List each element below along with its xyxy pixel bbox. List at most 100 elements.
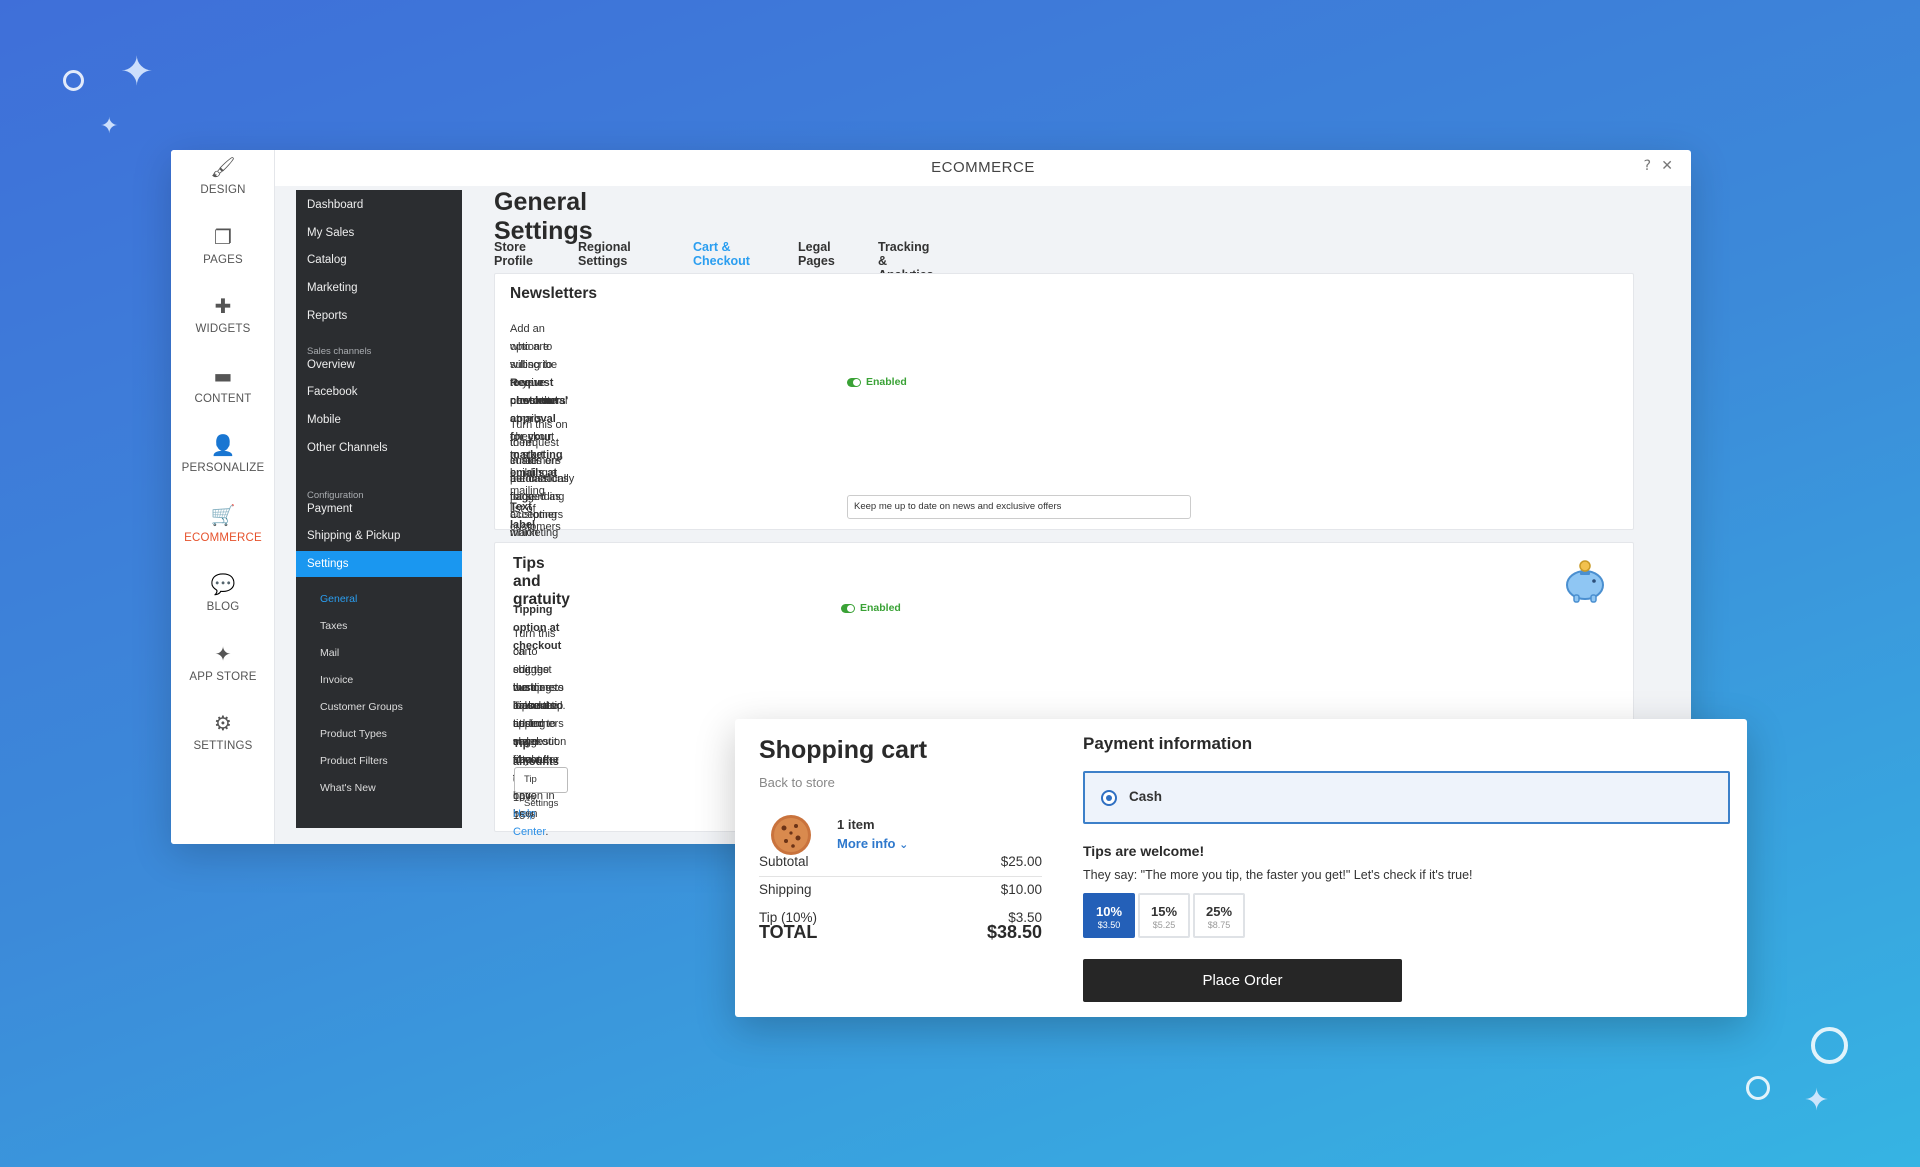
plus-icon: ✚ xyxy=(214,294,232,318)
more-info-label: More info xyxy=(837,836,896,851)
gear-icon: ⚙ xyxy=(214,711,232,735)
rail-item-blog[interactable]: 💬 BLOG xyxy=(171,571,275,635)
sidebar-item-other-channels[interactable]: Other Channels xyxy=(296,435,462,461)
shopping-cart-title: Shopping cart xyxy=(759,736,928,764)
decor-sparkle-icon: ✦ xyxy=(120,49,154,95)
back-to-store-link[interactable]: Back to store xyxy=(759,775,835,790)
rail-item-label: PAGES xyxy=(203,253,243,266)
decor-circle-icon xyxy=(63,70,84,91)
sidebar-subitem-what-s-new[interactable]: What's New xyxy=(320,782,376,794)
chevron-down-icon: ⌄ xyxy=(899,838,909,851)
more-info-link[interactable]: More info ⌄ xyxy=(837,836,908,851)
rail-item-label: ECOMMERCE xyxy=(184,531,262,544)
rail-item-ecommerce[interactable]: 🛒 ECOMMERCE xyxy=(171,502,275,566)
summary-value: $10.00 xyxy=(1000,882,1042,897)
place-order-button[interactable]: Place Order xyxy=(1083,959,1402,1002)
help-icon[interactable]: ? xyxy=(1644,150,1651,186)
checkout-preview: Shopping cart Back to store 1 item More … xyxy=(735,719,1747,1017)
rail-item-label: SETTINGS xyxy=(193,740,253,752)
rail-item-personalize[interactable]: 👤 PERSONALIZE xyxy=(171,432,275,496)
rail-item-content[interactable]: ▬ CONTENT xyxy=(171,363,275,427)
sidebar-item-facebook[interactable]: Facebook xyxy=(296,379,462,405)
tip-settings-button[interactable]: Tip Settings xyxy=(514,767,569,809)
sidebar-item-my-sales[interactable]: My Sales xyxy=(296,220,462,246)
sidebar-item-dashboard[interactable]: Dashboard xyxy=(296,192,462,218)
sidebar-subitem-product-filters[interactable]: Product Filters xyxy=(320,755,388,767)
summary-label: Tip (10%) xyxy=(759,910,818,925)
rail-item-design[interactable]: 🖌 DESIGN xyxy=(171,154,275,218)
toggle-switch-icon xyxy=(841,603,855,613)
divider xyxy=(759,876,1042,877)
sidebar-item-reports[interactable]: Reports xyxy=(296,303,462,329)
payment-method-cash[interactable]: Cash xyxy=(1083,771,1730,824)
rail-item-label: APP STORE xyxy=(189,670,257,683)
tip-percent: 10% xyxy=(1095,904,1123,919)
rail-item-widgets[interactable]: ✚ WIDGETS xyxy=(171,293,275,357)
sidebar-item-catalog[interactable]: Catalog xyxy=(296,247,462,273)
sidebar-item-settings[interactable]: Settings xyxy=(296,551,462,577)
sidebar-subitem-mail[interactable]: Mail xyxy=(320,647,339,659)
sidebar-item-mobile[interactable]: Mobile xyxy=(296,407,462,433)
sidebar-item-overview[interactable]: Overview xyxy=(296,352,462,378)
tip-option-25-button[interactable]: 25% $8.75 xyxy=(1193,893,1245,938)
total-row: TOTAL $38.50 xyxy=(759,922,1042,943)
speech-bubble-icon: 💬 xyxy=(210,572,236,596)
sidebar-subitem-taxes[interactable]: Taxes xyxy=(320,620,347,632)
rail-item-label: CONTENT xyxy=(194,392,252,405)
toggle-state: Enabled xyxy=(860,602,901,614)
rail-item-label: BLOG xyxy=(206,601,240,613)
tips-welcome-title: Tips are welcome! xyxy=(1083,843,1205,859)
rail-item-label: PERSONALIZE xyxy=(181,462,265,474)
rail-item-label: WIDGETS xyxy=(195,323,251,335)
tab-regional-settings[interactable]: Regional Settings xyxy=(578,240,631,273)
summary-value: $25.00 xyxy=(1000,854,1042,869)
sidebar-item-shipping-and-pickup[interactable]: Shipping & Pickup xyxy=(296,523,462,549)
close-icon[interactable]: ✕ xyxy=(1661,150,1673,186)
tip-amount: $8.75 xyxy=(1207,920,1231,930)
rail-item-settings[interactable]: ⚙ SETTINGS xyxy=(171,710,275,774)
sidebar-subitem-customer-groups[interactable]: Customer Groups xyxy=(320,701,403,713)
sidebar-subitem-product-types[interactable]: Product Types xyxy=(320,728,387,740)
summary-label: Subtotal xyxy=(759,854,809,869)
tip-percent: 25% xyxy=(1205,904,1233,919)
payment-title: Payment information xyxy=(1083,734,1253,753)
brush-icon: 🖌 xyxy=(210,155,236,179)
piggy-bank-icon xyxy=(1562,558,1608,604)
summary-row-shipping: Shipping $10.00 xyxy=(759,882,1042,897)
cookie-icon xyxy=(769,813,813,857)
rail-item-app-store[interactable]: ✦ APP STORE xyxy=(171,641,275,705)
newsletters-card xyxy=(494,273,1634,530)
tab-legal-pages[interactable]: Legal Pages xyxy=(798,240,835,273)
total-label: TOTAL xyxy=(759,922,818,942)
sidebar-item-payment[interactable]: Payment xyxy=(296,496,462,522)
tips-welcome-text: They say: "The more you tip, the faster … xyxy=(1083,868,1473,882)
summary-row-tip-10: Tip (10%) $3.50 xyxy=(759,910,1042,925)
radio-selected-icon xyxy=(1101,790,1117,806)
tip-amounts-label: Tip amounts xyxy=(513,738,559,768)
sidebar-subitem-general[interactable]: General xyxy=(320,593,357,605)
payment-method-label: Cash xyxy=(1129,789,1163,804)
text-label-caption: Text label xyxy=(510,501,536,531)
summary-label: Shipping xyxy=(759,882,812,897)
tipping-toggle[interactable]: Enabled xyxy=(841,602,901,614)
approval-toggle[interactable]: Enabled xyxy=(847,376,907,388)
tip-option-10-button[interactable]: 10% $3.50 xyxy=(1083,893,1135,938)
rail-item-label: DESIGN xyxy=(200,184,246,196)
summary-row-subtotal: Subtotal $25.00 xyxy=(759,854,1042,869)
decor-circle-icon xyxy=(1811,1027,1848,1064)
rail-item-pages[interactable]: ❐ PAGES xyxy=(171,224,275,288)
item-count: 1 item xyxy=(837,817,875,832)
tab-cart-and-checkout[interactable]: Cart & Checkout xyxy=(693,240,750,275)
sidebar-item-marketing[interactable]: Marketing xyxy=(296,275,462,301)
text-label-input[interactable]: Keep me up to date on news and exclusive… xyxy=(847,495,1191,519)
decor-circle-icon xyxy=(1746,1076,1770,1100)
person-icon: 👤 xyxy=(210,433,236,457)
puzzle-icon: ✦ xyxy=(214,641,232,666)
pages-icon: ❐ xyxy=(214,224,232,249)
folder-icon: ▬ xyxy=(213,363,233,388)
tab-store-profile[interactable]: Store Profile xyxy=(494,240,533,273)
store-sidebar: Dashboard My Sales Catalog Marketing Reports… xyxy=(296,190,462,828)
tip-option-15-button[interactable]: 15% $5.25 xyxy=(1138,893,1190,938)
sidebar-subitem-invoice[interactable]: Invoice xyxy=(320,674,353,686)
left-rail: 🖌 DESIGN ❐ PAGES ✚ WIDGETS ▬ CONTENT 👤 PERSONALIZ… xyxy=(171,150,275,844)
